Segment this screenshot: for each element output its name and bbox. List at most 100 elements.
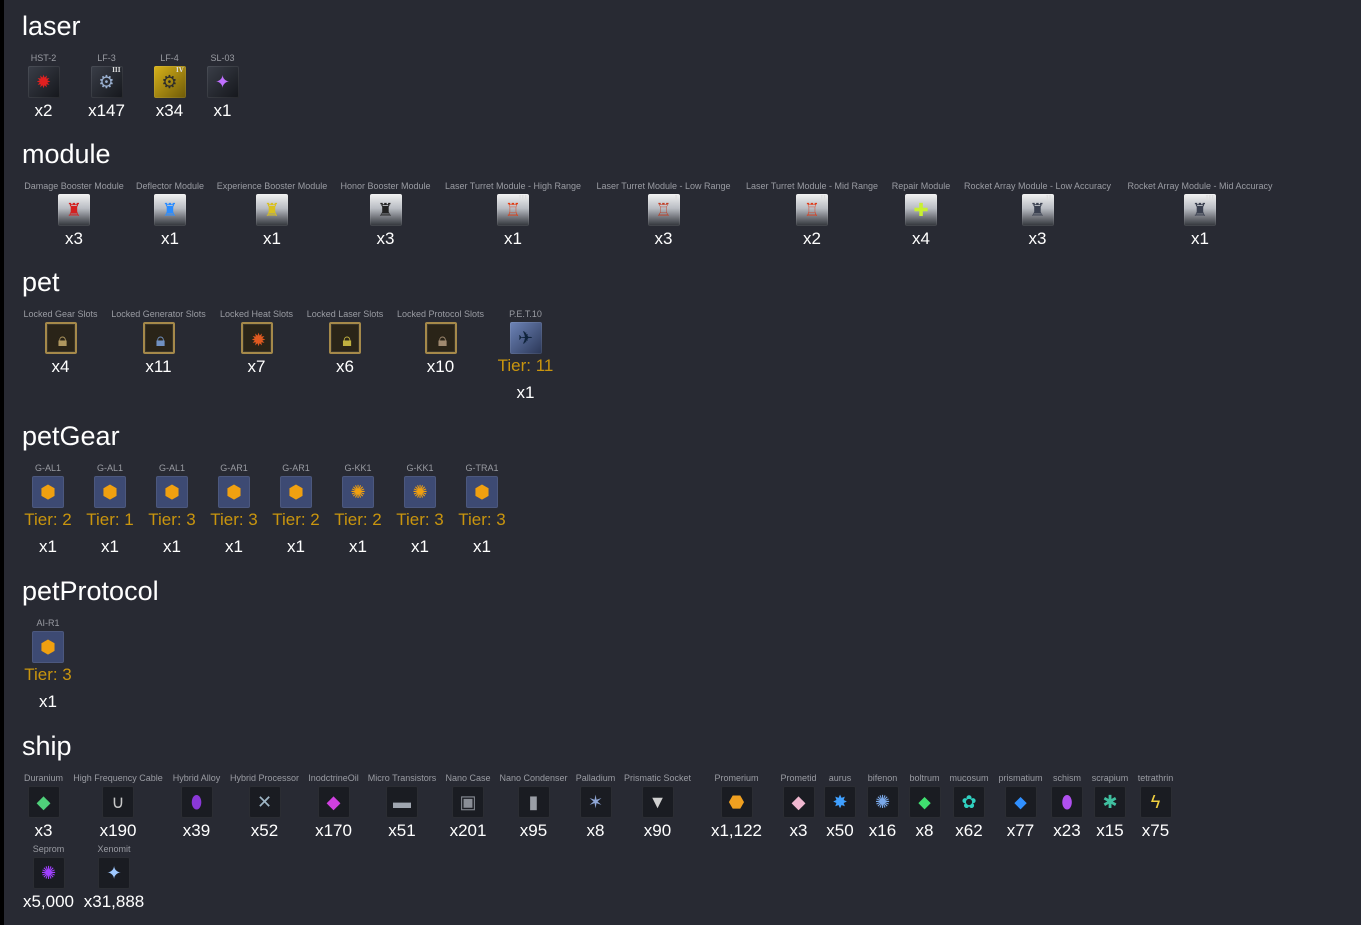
laser-turret-module-icon[interactable]: ♖ I	[647, 194, 680, 226]
inventory-item[interactable]: bifenon ✺ x16	[863, 773, 902, 842]
inventory-item[interactable]: Prismatic Socket ▼ x90	[622, 773, 693, 842]
pet-drone-icon[interactable]: ✈	[509, 322, 542, 354]
inventory-item[interactable]: Duranium ◆ x3	[22, 773, 65, 842]
inventory-item[interactable]: G-KK1 ✺ Tier: 3 x1	[394, 463, 446, 558]
inventory-item[interactable]: High Frequency Cable ∪ x190	[71, 773, 165, 842]
laser-cannon-icon[interactable]: ✦	[206, 66, 239, 98]
cable-icon[interactable]: ∪	[102, 786, 134, 818]
padlock-icon[interactable]: 🔒︎	[329, 322, 361, 354]
inventory-item[interactable]: InodctrineOil ◆ x170	[307, 773, 360, 842]
inventory-item[interactable]: Damage Booster Module ♜ x3	[22, 181, 126, 250]
oil-crystal-icon[interactable]: ◆	[317, 786, 350, 818]
socket-icon[interactable]: ▼	[641, 786, 674, 818]
inventory-item[interactable]: Hybrid Alloy ⬮ x39	[171, 773, 222, 842]
bifenon-icon[interactable]: ✺	[866, 786, 899, 818]
inventory-item[interactable]: tetrathrin ϟ x75	[1136, 773, 1175, 842]
laser-turret-module-icon[interactable]: ♖ III	[497, 194, 529, 226]
inventory-item[interactable]: Prometid ◆ x3	[780, 773, 817, 842]
inventory-item[interactable]: Xenomit ✦ x31,888	[81, 844, 147, 913]
inventory-item[interactable]: Micro Transistors ▬ x51	[366, 773, 438, 842]
padlock-icon[interactable]: ✹	[240, 322, 273, 354]
tetrathrin-icon[interactable]: ϟ	[1139, 786, 1172, 818]
gear-hexagon-icon[interactable]: ⬢	[156, 476, 188, 508]
nano-case-icon[interactable]: ▣	[452, 786, 484, 818]
inventory-item[interactable]: Nano Condenser ▮ x95	[498, 773, 569, 842]
inventory-item[interactable]: Locked Gear Slots 🔒︎ x4	[22, 309, 99, 378]
inventory-item[interactable]: HST-2 ✹ x2	[22, 53, 65, 122]
inventory-item[interactable]: Palladium ✶ x8	[575, 773, 616, 842]
inventory-item[interactable]: Honor Booster Module ♜ x3	[338, 181, 433, 250]
condenser-icon[interactable]: ▮	[517, 786, 550, 818]
inventory-item[interactable]: G-AL1 ⬢ Tier: 2 x1	[22, 463, 74, 558]
inventory-item[interactable]: G-AL1 ⬢ Tier: 1 x1	[84, 463, 136, 558]
damage-booster-module-icon[interactable]: ♜	[58, 194, 90, 226]
inventory-item[interactable]: aurus ✸ x50	[823, 773, 857, 842]
inventory-item[interactable]: boltrum ⬥ x8	[908, 773, 941, 842]
gear-hexagon-icon[interactable]: ⬢	[218, 476, 250, 508]
inventory-item[interactable]: Laser Turret Module - High Range ♖ III x1	[441, 181, 585, 250]
inventory-item[interactable]: G-AR1 ⬢ Tier: 3 x1	[208, 463, 260, 558]
aurus-icon[interactable]: ✸	[824, 786, 856, 818]
inventory-item[interactable]: G-KK1 ✺ Tier: 2 x1	[332, 463, 384, 558]
inventory-item[interactable]: G-AR1 ⬢ Tier: 2 x1	[270, 463, 322, 558]
inventory-item[interactable]: G-AL1 ⬢ Tier: 3 x1	[146, 463, 198, 558]
schism-icon[interactable]: ⬮	[1051, 786, 1083, 818]
laser-cannon-icon[interactable]: ⚙ III	[90, 66, 123, 98]
inventory-item[interactable]: Experience Booster Module ♜ x1	[214, 181, 330, 250]
padlock-icon[interactable]: 🔒︎	[44, 322, 77, 354]
inventory-item[interactable]: LF-3 ⚙ III x147	[75, 53, 138, 122]
laser-turret-module-icon[interactable]: ♖ II	[796, 194, 828, 226]
xenomit-icon[interactable]: ✦	[98, 857, 130, 889]
palladium-icon[interactable]: ✶	[579, 786, 612, 818]
inventory-item[interactable]: Locked Protocol Slots 🔒︎ x10	[395, 309, 486, 378]
inventory-item[interactable]: Locked Heat Slots ✹ x7	[218, 309, 295, 378]
rocket-array-module-icon[interactable]: ♜ II	[1021, 194, 1054, 226]
inventory-item[interactable]: Laser Turret Module - Mid Range ♖ II x2	[742, 181, 882, 250]
inventory-item[interactable]: Deflector Module ♜ x1	[134, 181, 206, 250]
inventory-item[interactable]: Rocket Array Module - Low Accuracy ♜ II x3	[960, 181, 1115, 250]
gear-hexagon-icon[interactable]: ✺	[342, 476, 374, 508]
gear-hexagon-icon[interactable]: ✺	[404, 476, 436, 508]
gear-hexagon-icon[interactable]: ⬢	[94, 476, 126, 508]
inventory-item[interactable]: Nano Case ▣ x201	[444, 773, 492, 842]
inventory-item[interactable]: schism ⬮ x23	[1050, 773, 1084, 842]
laser-cannon-icon[interactable]: ⚙ IV	[153, 66, 186, 98]
gear-hexagon-icon[interactable]: ⬢	[466, 476, 498, 508]
seprom-icon[interactable]: ✺	[32, 857, 65, 889]
processor-icon[interactable]: ✕	[248, 786, 281, 818]
hybrid-alloy-icon[interactable]: ⬮	[180, 786, 213, 818]
inventory-item[interactable]: Repair Module ✚ x4	[890, 181, 952, 250]
inventory-item[interactable]: prismatium ⬥ x77	[997, 773, 1044, 842]
transistor-icon[interactable]: ▬	[386, 786, 418, 818]
padlock-icon[interactable]: 🔒︎	[142, 322, 175, 354]
inventory-item[interactable]: Locked Generator Slots 🔒︎ x11	[109, 309, 208, 378]
duranium-icon[interactable]: ◆	[27, 786, 60, 818]
prometid-icon[interactable]: ◆	[782, 786, 815, 818]
mucosum-icon[interactable]: ✿	[953, 786, 985, 818]
padlock-icon[interactable]: 🔒︎	[424, 322, 457, 354]
inventory-item[interactable]: Locked Laser Slots 🔒︎ x6	[305, 309, 385, 378]
protocol-hexagon-icon[interactable]: ⬢	[32, 631, 64, 663]
inventory-item[interactable]: mucosum ✿ x62	[947, 773, 991, 842]
repair-module-icon[interactable]: ✚	[905, 194, 937, 226]
gear-hexagon-icon[interactable]: ⬢	[32, 476, 64, 508]
experience-booster-module-icon[interactable]: ♜	[256, 194, 288, 226]
laser-cannon-icon[interactable]: ✹	[27, 66, 60, 98]
inventory-item[interactable]: AI-R1 ⬢ Tier: 3 x1	[22, 618, 74, 713]
inventory-item[interactable]: Seprom ✺ x5,000	[22, 844, 75, 913]
rocket-array-module-icon[interactable]: ♜ III	[1184, 194, 1216, 226]
scrapium-icon[interactable]: ✱	[1094, 786, 1126, 818]
gear-hexagon-icon[interactable]: ⬢	[280, 476, 312, 508]
inventory-item[interactable]: Rocket Array Module - Mid Accuracy ♜ III x1	[1123, 181, 1277, 250]
boltrum-icon[interactable]: ⬥	[908, 786, 941, 818]
inventory-item[interactable]: G-TRA1 ⬢ Tier: 3 x1	[456, 463, 508, 558]
inventory-item[interactable]: P.E.T.10 ✈ Tier: 11 x1	[496, 309, 555, 404]
prismatium-icon[interactable]: ⬥	[1004, 786, 1037, 818]
inventory-item[interactable]: LF-4 ⚙ IV x34	[148, 53, 191, 122]
inventory-item[interactable]: Hybrid Processor ✕ x52	[228, 773, 301, 842]
honor-booster-module-icon[interactable]: ♜	[369, 194, 402, 226]
inventory-item[interactable]: Promerium ⬣ x1,122	[699, 773, 774, 842]
inventory-item[interactable]: SL-03 ✦ x1	[201, 53, 244, 122]
inventory-item[interactable]: Laser Turret Module - Low Range ♖ I x3	[593, 181, 734, 250]
deflector-module-icon[interactable]: ♜	[154, 194, 186, 226]
